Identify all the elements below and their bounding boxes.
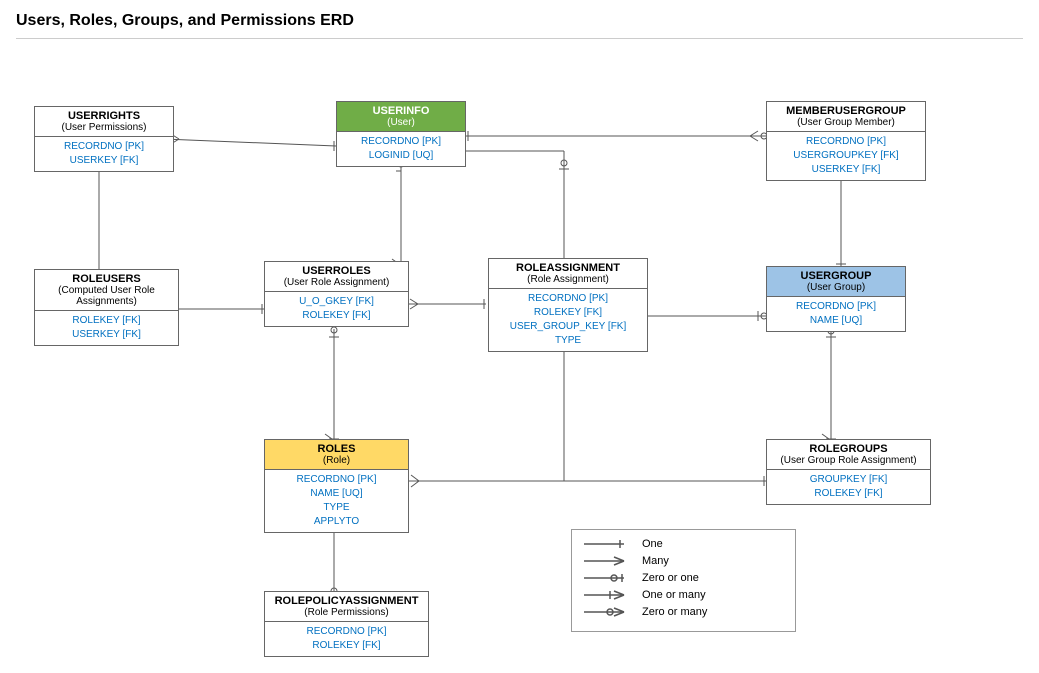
entity-roleusers-field: ROLEKEY [FK]	[41, 314, 172, 328]
entity-roles-field: APPLYTO	[271, 515, 402, 529]
entity-roleassignment-subtitle: (Role Assignment)	[495, 274, 641, 285]
legend-line-many	[584, 555, 634, 567]
entity-usergroup-name: USERGROUP	[773, 270, 899, 282]
entity-userrights-header: USERRIGHTS (User Permissions)	[35, 107, 173, 137]
entity-usergroup: USERGROUP (User Group) RECORDNO [PK] NAM…	[766, 266, 906, 332]
entity-rolepolicyassignment-field: RECORDNO [PK]	[271, 625, 422, 639]
entity-rolegroups-header: ROLEGROUPS (User Group Role Assignment)	[767, 440, 930, 470]
entity-memberusergroup-field: RECORDNO [PK]	[773, 135, 919, 149]
entity-rolegroups-field: GROUPKEY [FK]	[773, 473, 924, 487]
entity-memberusergroup-field: USERGROUPKEY [FK]	[773, 149, 919, 163]
erd-canvas: USERINFO (User) RECORDNO [PK] LOGINID [U…	[16, 51, 1023, 661]
entity-roleassignment-field: USER_GROUP_KEY [FK]	[495, 320, 641, 334]
page-title: Users, Roles, Groups, and Permissions ER…	[16, 12, 1023, 30]
entity-userrights-subtitle: (User Permissions)	[41, 122, 167, 133]
entity-rolegroups: ROLEGROUPS (User Group Role Assignment) …	[766, 439, 931, 505]
entity-usergroup-field: NAME [UQ]	[773, 314, 899, 328]
legend-line-zero-or-many	[584, 606, 634, 618]
legend-line-zero-or-one	[584, 572, 634, 584]
entity-userroles-subtitle: (User Role Assignment)	[271, 277, 402, 288]
entity-usergroup-header: USERGROUP (User Group)	[767, 267, 905, 297]
legend-label-zero-or-one: Zero or one	[642, 572, 699, 584]
entity-rolepolicyassignment-field: ROLEKEY [FK]	[271, 639, 422, 653]
entity-rolepolicyassignment-subtitle: (Role Permissions)	[271, 607, 422, 618]
entity-userroles: USERROLES (User Role Assignment) U_O_GKE…	[264, 261, 409, 327]
entity-roleassignment-field: TYPE	[495, 334, 641, 348]
entity-roleassignment-field: ROLEKEY [FK]	[495, 306, 641, 320]
entity-memberusergroup: MEMBERUSERGROUP (User Group Member) RECO…	[766, 101, 926, 181]
entity-roleassignment: ROLEASSIGNMENT (Role Assignment) RECORDN…	[488, 258, 648, 352]
legend-label-zero-or-many: Zero or many	[642, 606, 707, 618]
entity-roles-name: ROLES	[271, 443, 402, 455]
entity-roleassignment-header: ROLEASSIGNMENT (Role Assignment)	[489, 259, 647, 289]
entity-userinfo-subtitle: (User)	[343, 117, 459, 128]
legend-label-one: One	[642, 538, 663, 550]
entity-userroles-header: USERROLES (User Role Assignment)	[265, 262, 408, 292]
legend: One Many	[571, 529, 796, 632]
entity-userinfo-field: RECORDNO [PK]	[343, 135, 459, 149]
entity-userinfo-header: USERINFO (User)	[337, 102, 465, 132]
legend-label-many: Many	[642, 555, 669, 567]
entity-rolegroups-subtitle: (User Group Role Assignment)	[773, 455, 924, 466]
entity-usergroup-field: RECORDNO [PK]	[773, 300, 899, 314]
entity-memberusergroup-name: MEMBERUSERGROUP	[773, 105, 919, 117]
entity-rolepolicyassignment: ROLEPOLICYASSIGNMENT (Role Permissions) …	[264, 591, 429, 657]
entity-rolepolicyassignment-header: ROLEPOLICYASSIGNMENT (Role Permissions)	[265, 592, 428, 622]
entity-rolegroups-field: ROLEKEY [FK]	[773, 487, 924, 501]
entity-usergroup-subtitle: (User Group)	[773, 282, 899, 293]
entity-userroles-name: USERROLES	[271, 265, 402, 277]
entity-userinfo-body: RECORDNO [PK] LOGINID [UQ]	[337, 132, 465, 166]
legend-item-zero-or-many: Zero or many	[584, 606, 783, 618]
entity-roles-field: NAME [UQ]	[271, 487, 402, 501]
entity-memberusergroup-subtitle: (User Group Member)	[773, 117, 919, 128]
entity-rolegroups-body: GROUPKEY [FK] ROLEKEY [FK]	[767, 470, 930, 504]
entity-roles-header: ROLES (Role)	[265, 440, 408, 470]
entity-roles-body: RECORDNO [PK] NAME [UQ] TYPE APPLYTO	[265, 470, 408, 532]
entity-roleusers-subtitle2: Assignments)	[41, 296, 172, 307]
entity-roles-field: RECORDNO [PK]	[271, 473, 402, 487]
entity-roles-subtitle: (Role)	[271, 455, 402, 466]
legend-line-one-or-many	[584, 589, 634, 601]
legend-item-many: Many	[584, 555, 783, 567]
entity-roles-field: TYPE	[271, 501, 402, 515]
legend-line-one	[584, 538, 634, 550]
page-container: Users, Roles, Groups, and Permissions ER…	[0, 0, 1039, 673]
entity-rolepolicyassignment-name: ROLEPOLICYASSIGNMENT	[271, 595, 422, 607]
entity-roleassignment-field: RECORDNO [PK]	[495, 292, 641, 306]
entity-userinfo: USERINFO (User) RECORDNO [PK] LOGINID [U…	[336, 101, 466, 167]
entity-roleusers-name: ROLEUSERS	[41, 273, 172, 285]
entity-userinfo-name: USERINFO	[343, 105, 459, 117]
entity-memberusergroup-header: MEMBERUSERGROUP (User Group Member)	[767, 102, 925, 132]
entity-roles: ROLES (Role) RECORDNO [PK] NAME [UQ] TYP…	[264, 439, 409, 533]
entity-roleassignment-body: RECORDNO [PK] ROLEKEY [FK] USER_GROUP_KE…	[489, 289, 647, 351]
legend-item-one: One	[584, 538, 783, 550]
entity-rolepolicyassignment-body: RECORDNO [PK] ROLEKEY [FK]	[265, 622, 428, 656]
entity-usergroup-body: RECORDNO [PK] NAME [UQ]	[767, 297, 905, 331]
entity-rolegroups-name: ROLEGROUPS	[773, 443, 924, 455]
entity-roleusers: ROLEUSERS (Computed User Role Assignment…	[34, 269, 179, 346]
legend-item-one-or-many: One or many	[584, 589, 783, 601]
entity-userroles-body: U_O_GKEY [FK] ROLEKEY [FK]	[265, 292, 408, 326]
entity-userroles-field: ROLEKEY [FK]	[271, 309, 402, 323]
entity-roleusers-header: ROLEUSERS (Computed User Role Assignment…	[35, 270, 178, 311]
entity-userrights-body: RECORDNO [PK] USERKEY [FK]	[35, 137, 173, 171]
entity-memberusergroup-field: USERKEY [FK]	[773, 163, 919, 177]
entity-roleusers-body: ROLEKEY [FK] USERKEY [FK]	[35, 311, 178, 345]
legend-item-zero-or-one: Zero or one	[584, 572, 783, 584]
entity-roleusers-field: USERKEY [FK]	[41, 328, 172, 342]
entity-userrights-field: RECORDNO [PK]	[41, 140, 167, 154]
entity-userroles-field: U_O_GKEY [FK]	[271, 295, 402, 309]
entity-userrights: USERRIGHTS (User Permissions) RECORDNO […	[34, 106, 174, 172]
entity-userrights-field: USERKEY [FK]	[41, 154, 167, 168]
title-divider	[16, 38, 1023, 39]
entity-memberusergroup-body: RECORDNO [PK] USERGROUPKEY [FK] USERKEY …	[767, 132, 925, 180]
entity-roleassignment-name: ROLEASSIGNMENT	[495, 262, 641, 274]
legend-label-one-or-many: One or many	[642, 589, 706, 601]
entity-userrights-name: USERRIGHTS	[41, 110, 167, 122]
entity-roleusers-subtitle: (Computed User Role	[41, 285, 172, 296]
entity-userinfo-field: LOGINID [UQ]	[343, 149, 459, 163]
